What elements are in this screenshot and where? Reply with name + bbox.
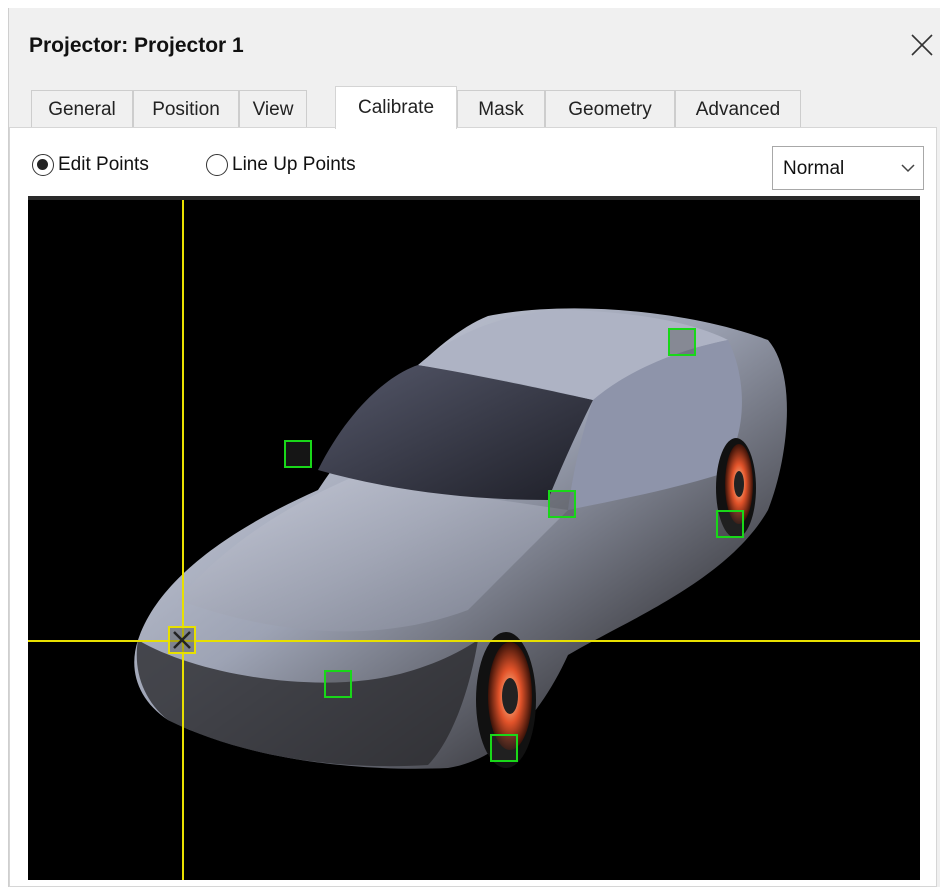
calibration-point[interactable] [668, 328, 696, 356]
point-cross-icon [173, 631, 191, 649]
calibration-point[interactable] [490, 734, 518, 762]
radio-checked-icon [32, 154, 54, 176]
view-mode-select[interactable]: Normal [772, 146, 924, 190]
tab-geometry[interactable]: Geometry [545, 90, 675, 128]
calibration-point[interactable] [716, 510, 744, 538]
window-title: Projector: Projector 1 [29, 34, 244, 57]
tab-mask[interactable]: Mask [457, 90, 545, 128]
tab-bar: General Position View Calibrate Mask Geo… [9, 86, 940, 129]
calibration-viewport[interactable] [28, 196, 920, 880]
close-icon[interactable] [907, 30, 937, 60]
line-up-points-radio[interactable]: Line Up Points [206, 154, 356, 176]
edit-points-radio[interactable]: Edit Points [32, 154, 149, 176]
title-bar: Projector: Projector 1 [9, 8, 940, 80]
radio-unchecked-icon [206, 154, 228, 176]
tab-position[interactable]: Position [133, 90, 239, 128]
crosshair-horizontal [28, 640, 920, 642]
chevron-down-icon [901, 164, 915, 173]
tab-general[interactable]: General [31, 90, 133, 128]
edit-points-label: Edit Points [58, 154, 149, 175]
tab-advanced[interactable]: Advanced [675, 90, 801, 128]
calibration-point[interactable] [284, 440, 312, 468]
projector-dialog: Projector: Projector 1 General Position … [8, 8, 940, 887]
line-up-points-label: Line Up Points [232, 154, 356, 175]
calibration-point[interactable] [548, 490, 576, 518]
car-model-render [134, 308, 787, 769]
selected-calibration-point[interactable] [168, 626, 196, 654]
tab-calibrate[interactable]: Calibrate [335, 86, 457, 129]
view-mode-value: Normal [783, 158, 845, 179]
tab-view[interactable]: View [239, 90, 307, 128]
calibrate-panel: Edit Points Line Up Points Normal [9, 127, 937, 887]
calibration-point[interactable] [324, 670, 352, 698]
crosshair-vertical [182, 200, 184, 880]
